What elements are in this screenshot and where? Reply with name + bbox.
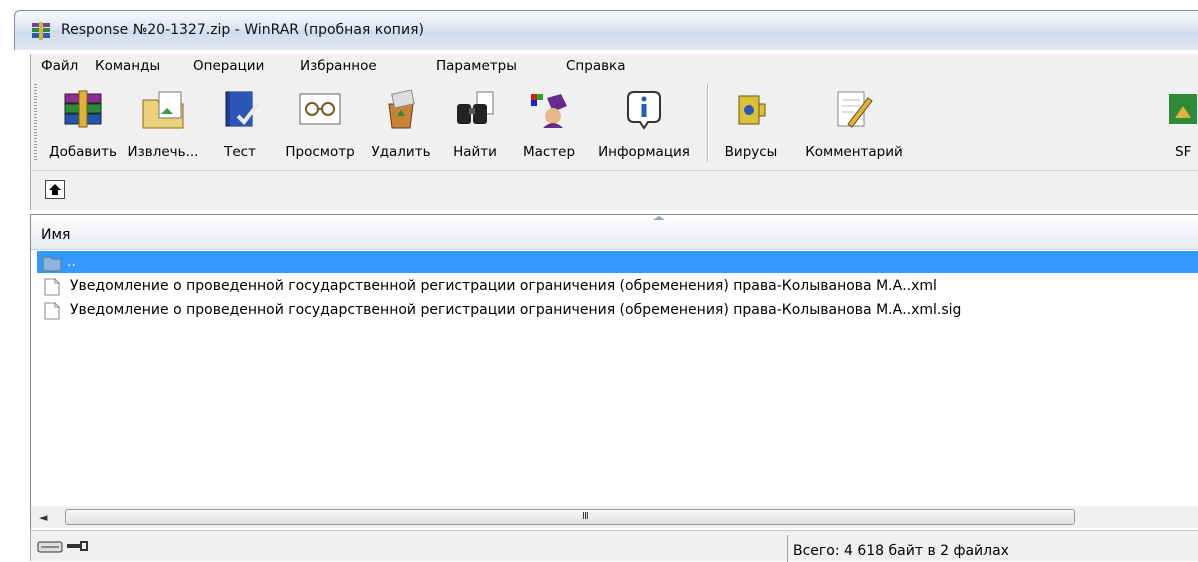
find-button[interactable]: Найти: [441, 82, 509, 166]
horizontal-scrollbar[interactable]: ◄ III: [30, 506, 1198, 528]
virus-scan-button[interactable]: Вирусы: [715, 82, 787, 166]
window-title: Response №20-1327.zip - WinRAR (пробная …: [61, 22, 424, 38]
wizard-button-label: Мастер: [522, 144, 576, 160]
file-name: Уведомление о проведенной государственно…: [70, 278, 937, 294]
view-glasses-icon: [299, 93, 341, 125]
find-button-label: Найти: [453, 144, 497, 160]
comment-button-label: Комментарий: [805, 144, 903, 160]
drive-key-icon[interactable]: [37, 539, 91, 555]
status-bar: Всего: 4 618 байт в 2 файлах: [30, 530, 1198, 562]
file-icon: [44, 278, 60, 296]
test-button-label: Тест: [224, 144, 256, 160]
up-folder-button[interactable]: [45, 180, 65, 199]
menu-options[interactable]: Параметры: [436, 58, 517, 74]
file-name: ..: [67, 254, 76, 270]
comment-button[interactable]: Комментарий: [791, 82, 917, 166]
scrollbar-thumb[interactable]: III: [65, 509, 1075, 525]
scrollbar-grip: III: [582, 511, 589, 522]
file-name: Уведомление о проведенной государственно…: [70, 302, 962, 318]
wizard-icon: [531, 94, 567, 128]
status-summary: Всего: 4 618 байт в 2 файлах: [793, 543, 1009, 559]
column-header-label: Имя: [41, 227, 71, 243]
file-list: Имя .. Уведомление о проведенной государ…: [30, 214, 1198, 530]
add-archive-icon: [64, 90, 102, 128]
toolbar-grip[interactable]: [34, 84, 37, 162]
path-bar: [30, 170, 1198, 210]
view-button-label: Просмотр: [285, 144, 355, 160]
list-item-parent[interactable]: ..: [37, 251, 1198, 273]
view-button[interactable]: Просмотр: [277, 82, 363, 166]
list-item-file[interactable]: Уведомление о проведенной государственно…: [37, 275, 1198, 297]
wizard-button[interactable]: Мастер: [513, 82, 585, 166]
menu-file[interactable]: Файл: [41, 58, 78, 74]
sfx-button[interactable]: SF: [1161, 82, 1198, 166]
delete-button-label: Удалить: [371, 144, 431, 160]
list-item-file[interactable]: Уведомление о проведенной государственно…: [37, 299, 1198, 321]
extract-button-label: Извлечь...: [127, 144, 199, 160]
title-bar[interactable]: Response №20-1327.zip - WinRAR (пробная …: [14, 10, 1198, 50]
menu-favorites[interactable]: Избранное: [300, 58, 377, 74]
virus-scan-icon: [738, 95, 766, 125]
menu-help[interactable]: Справка: [566, 58, 625, 74]
comment-pen-icon: [837, 91, 873, 128]
file-icon: [44, 302, 60, 320]
up-folder-icon: [49, 184, 61, 195]
parent-folder-icon: [42, 256, 62, 272]
add-button[interactable]: Добавить: [47, 82, 119, 166]
info-icon: [627, 91, 661, 130]
extract-button[interactable]: Извлечь...: [123, 82, 203, 166]
status-divider: [787, 535, 788, 562]
info-button[interactable]: Информация: [589, 82, 699, 166]
delete-button[interactable]: Удалить: [365, 82, 437, 166]
find-binoculars-icon: [457, 91, 494, 124]
sfx-icon: [1169, 94, 1197, 124]
sort-ascending-icon: [653, 216, 665, 220]
delete-recycle-icon: [388, 89, 415, 129]
toolbar: Добавить Извлечь... Тест Просмотр Удалит…: [30, 78, 1198, 170]
test-book-icon: [225, 91, 260, 127]
scroll-left-arrow-icon[interactable]: ◄: [39, 511, 47, 524]
test-button[interactable]: Тест: [207, 82, 273, 166]
extract-folder-icon: [142, 91, 184, 129]
menu-operations[interactable]: Операции: [193, 58, 264, 74]
column-header-name[interactable]: Имя: [31, 215, 1198, 250]
toolbar-separator: [707, 84, 709, 162]
menu-commands[interactable]: Команды: [95, 58, 160, 74]
info-button-label: Информация: [598, 144, 690, 160]
menu-bar: Файл Команды Операции Избранное Параметр…: [30, 54, 1198, 78]
virus-scan-button-label: Вирусы: [724, 144, 778, 160]
winrar-books-icon: [32, 22, 50, 40]
add-button-label: Добавить: [49, 144, 117, 160]
sfx-button-label: SF: [1175, 144, 1192, 160]
